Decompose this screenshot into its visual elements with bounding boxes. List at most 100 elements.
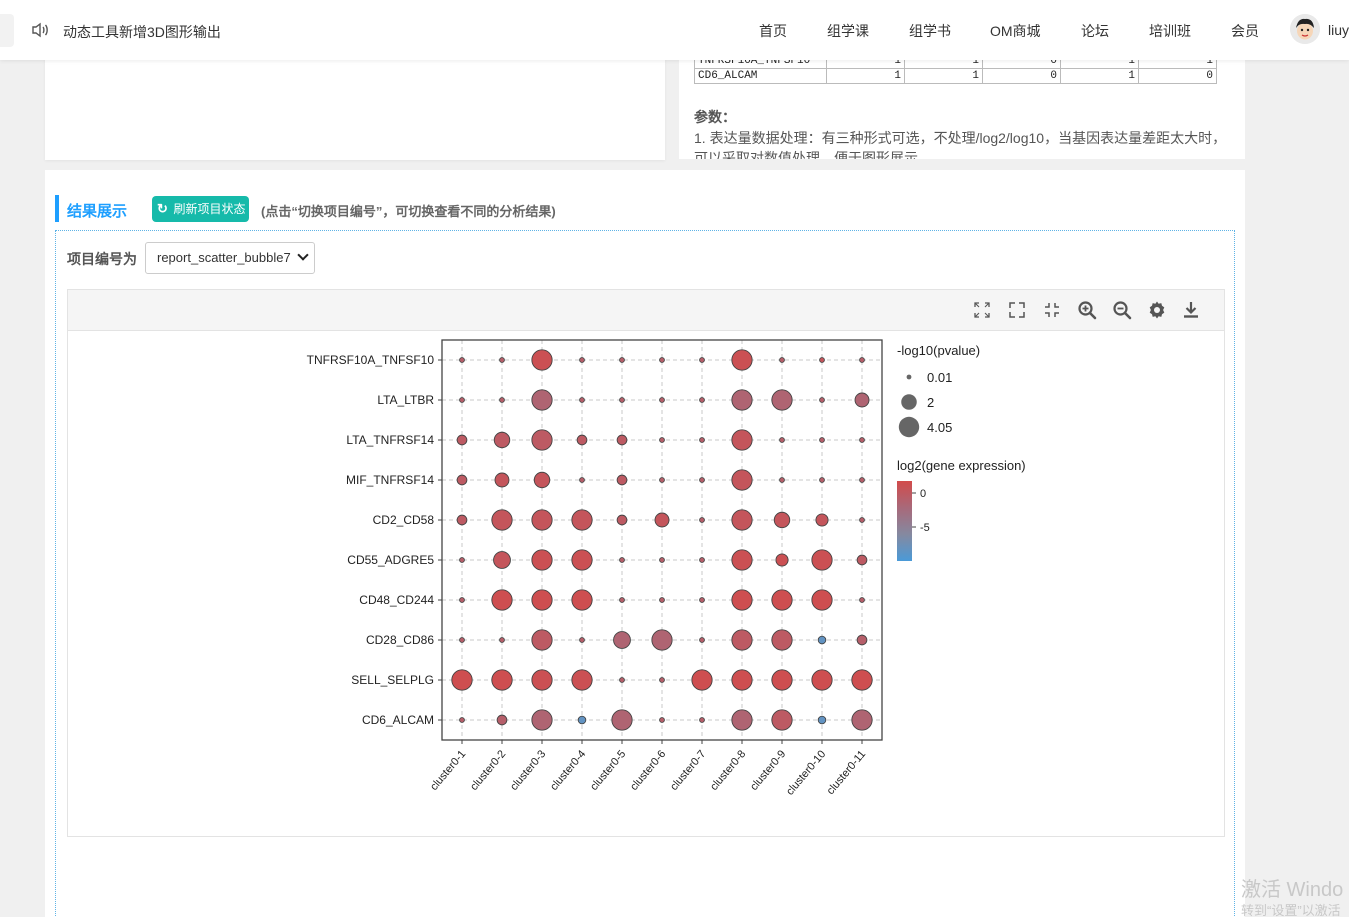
bubble-point [491,589,513,611]
bubble-point [571,509,593,531]
nav-forum[interactable]: 论坛 [1081,21,1109,41]
bubble-point [731,549,753,571]
table-cell-text: CD6_ALCAM [698,69,758,82]
y-tick-label: TNFRSF10A_TNFSF10 [307,353,435,367]
size-legend-label: 4.05 [927,420,952,435]
params-text: 1. 表达量数据处理：有三种形式可选，不处理/log2/log10，当基因表达量… [694,130,1227,159]
y-tick-label: LTA_LTBR [377,393,434,407]
bubble-point [459,557,465,563]
nav-training[interactable]: 培训班 [1149,21,1191,41]
bubble-point [571,669,593,691]
windows-activation-watermark: 激活 Windo [1241,879,1344,901]
announcement-text[interactable]: 动态工具新增3D图形输出 [63,22,221,42]
bubble-point [659,717,665,723]
bubble-point [579,397,585,403]
bubble-point [571,589,593,611]
bubble-point [493,431,511,449]
bubble-point [659,397,665,403]
bubble-point [773,511,791,529]
zoom-in-icon[interactable] [1077,300,1097,320]
shrink-icon[interactable] [1042,300,1062,320]
expand-arrows-icon[interactable] [972,300,992,320]
bubble-point [817,715,827,725]
bubble-point [459,637,465,643]
bubble-point [533,471,551,489]
color-legend-bar [897,481,912,561]
avatar[interactable] [1290,14,1320,44]
bubble-point [699,357,705,363]
bubble-point [817,635,827,645]
y-tick-label: LTA_TNFRSF14 [346,433,434,447]
bubble-point [775,553,789,567]
project-label: 项目编号为 [67,251,137,267]
bubble-point [616,434,628,446]
bubble-point [499,397,505,403]
chart-toolbar [68,290,1224,331]
bubble-point [459,717,465,723]
bubble-point [771,389,793,411]
bubble-point [659,437,665,443]
bubble-point [659,357,665,363]
color-legend-tick-label: -5 [920,522,930,534]
bubble-point [771,589,793,611]
size-legend-title: -log10(pvalue) [897,343,980,358]
bubble-point [571,549,593,571]
nav-home[interactable]: 首页 [759,21,787,41]
table-cell: 1 [904,68,983,84]
bubble-point [659,597,665,603]
bubble-point [731,509,753,531]
nav-om-mall[interactable]: OM商城 [990,21,1041,41]
y-tick-label: CD55_ADGRE5 [347,553,434,567]
speaker-icon [32,22,48,38]
bubble-point [531,429,553,451]
bubble-point [619,597,625,603]
top-navbar: 动态工具新增3D图形输出 首页 组学课 组学书 OM商城 论坛 培训班 会员 l… [0,0,1349,60]
color-legend-tick-label: 0 [920,488,926,500]
bubble-point [771,709,793,731]
bubble-point [731,469,753,491]
x-tick-label: cluster0-5 [588,748,628,793]
nav-omics-course[interactable]: 组学课 [827,21,869,41]
x-tick-label: cluster0-3 [508,748,548,793]
x-tick-label: cluster0-4 [548,748,588,793]
nav-membership[interactable]: 会员 [1231,21,1259,41]
bubble-point [699,717,705,723]
bubble-point [856,554,868,566]
menu-toggle-stub[interactable] [0,14,14,47]
bubble-point [499,637,505,643]
bubble-point [859,597,865,603]
download-icon[interactable] [1181,300,1201,320]
bubble-point [699,397,705,403]
bubble-point [496,714,508,726]
bubble-point [856,634,868,646]
bubble-point [579,637,585,643]
bubble-point [699,597,705,603]
bubble-point [699,557,705,563]
bubble-point [531,389,553,411]
fullscreen-icon[interactable] [1007,300,1027,320]
project-select[interactable]: report_scatter_bubble7 [145,242,315,274]
username[interactable]: liuy [1328,22,1349,38]
zoom-out-icon[interactable] [1112,300,1132,320]
bubble-point [771,669,793,691]
bubble-point [619,677,625,683]
refresh-status-button[interactable]: ↻ 刷新项目状态 [152,196,249,222]
bubble-point [731,389,753,411]
y-tick-label: SELL_SELPLG [351,673,434,687]
gear-icon[interactable] [1147,300,1167,320]
bubble-point [779,477,785,483]
color-legend-title: log2(gene expression) [897,458,1026,473]
bubble-point [493,551,511,569]
bubble-point [491,669,513,691]
x-tick-label: cluster0-7 [668,748,708,793]
bubble-point [613,631,631,649]
bubble-point [819,357,825,363]
bubble-point [779,437,785,443]
x-tick-label: cluster0-6 [628,748,668,793]
x-tick-label: cluster0-9 [748,748,788,793]
bubble-point [531,549,553,571]
bubble-point [859,517,865,523]
nav-omics-book[interactable]: 组学书 [909,21,951,41]
bubble-point [699,437,705,443]
bubble-point [611,709,633,731]
